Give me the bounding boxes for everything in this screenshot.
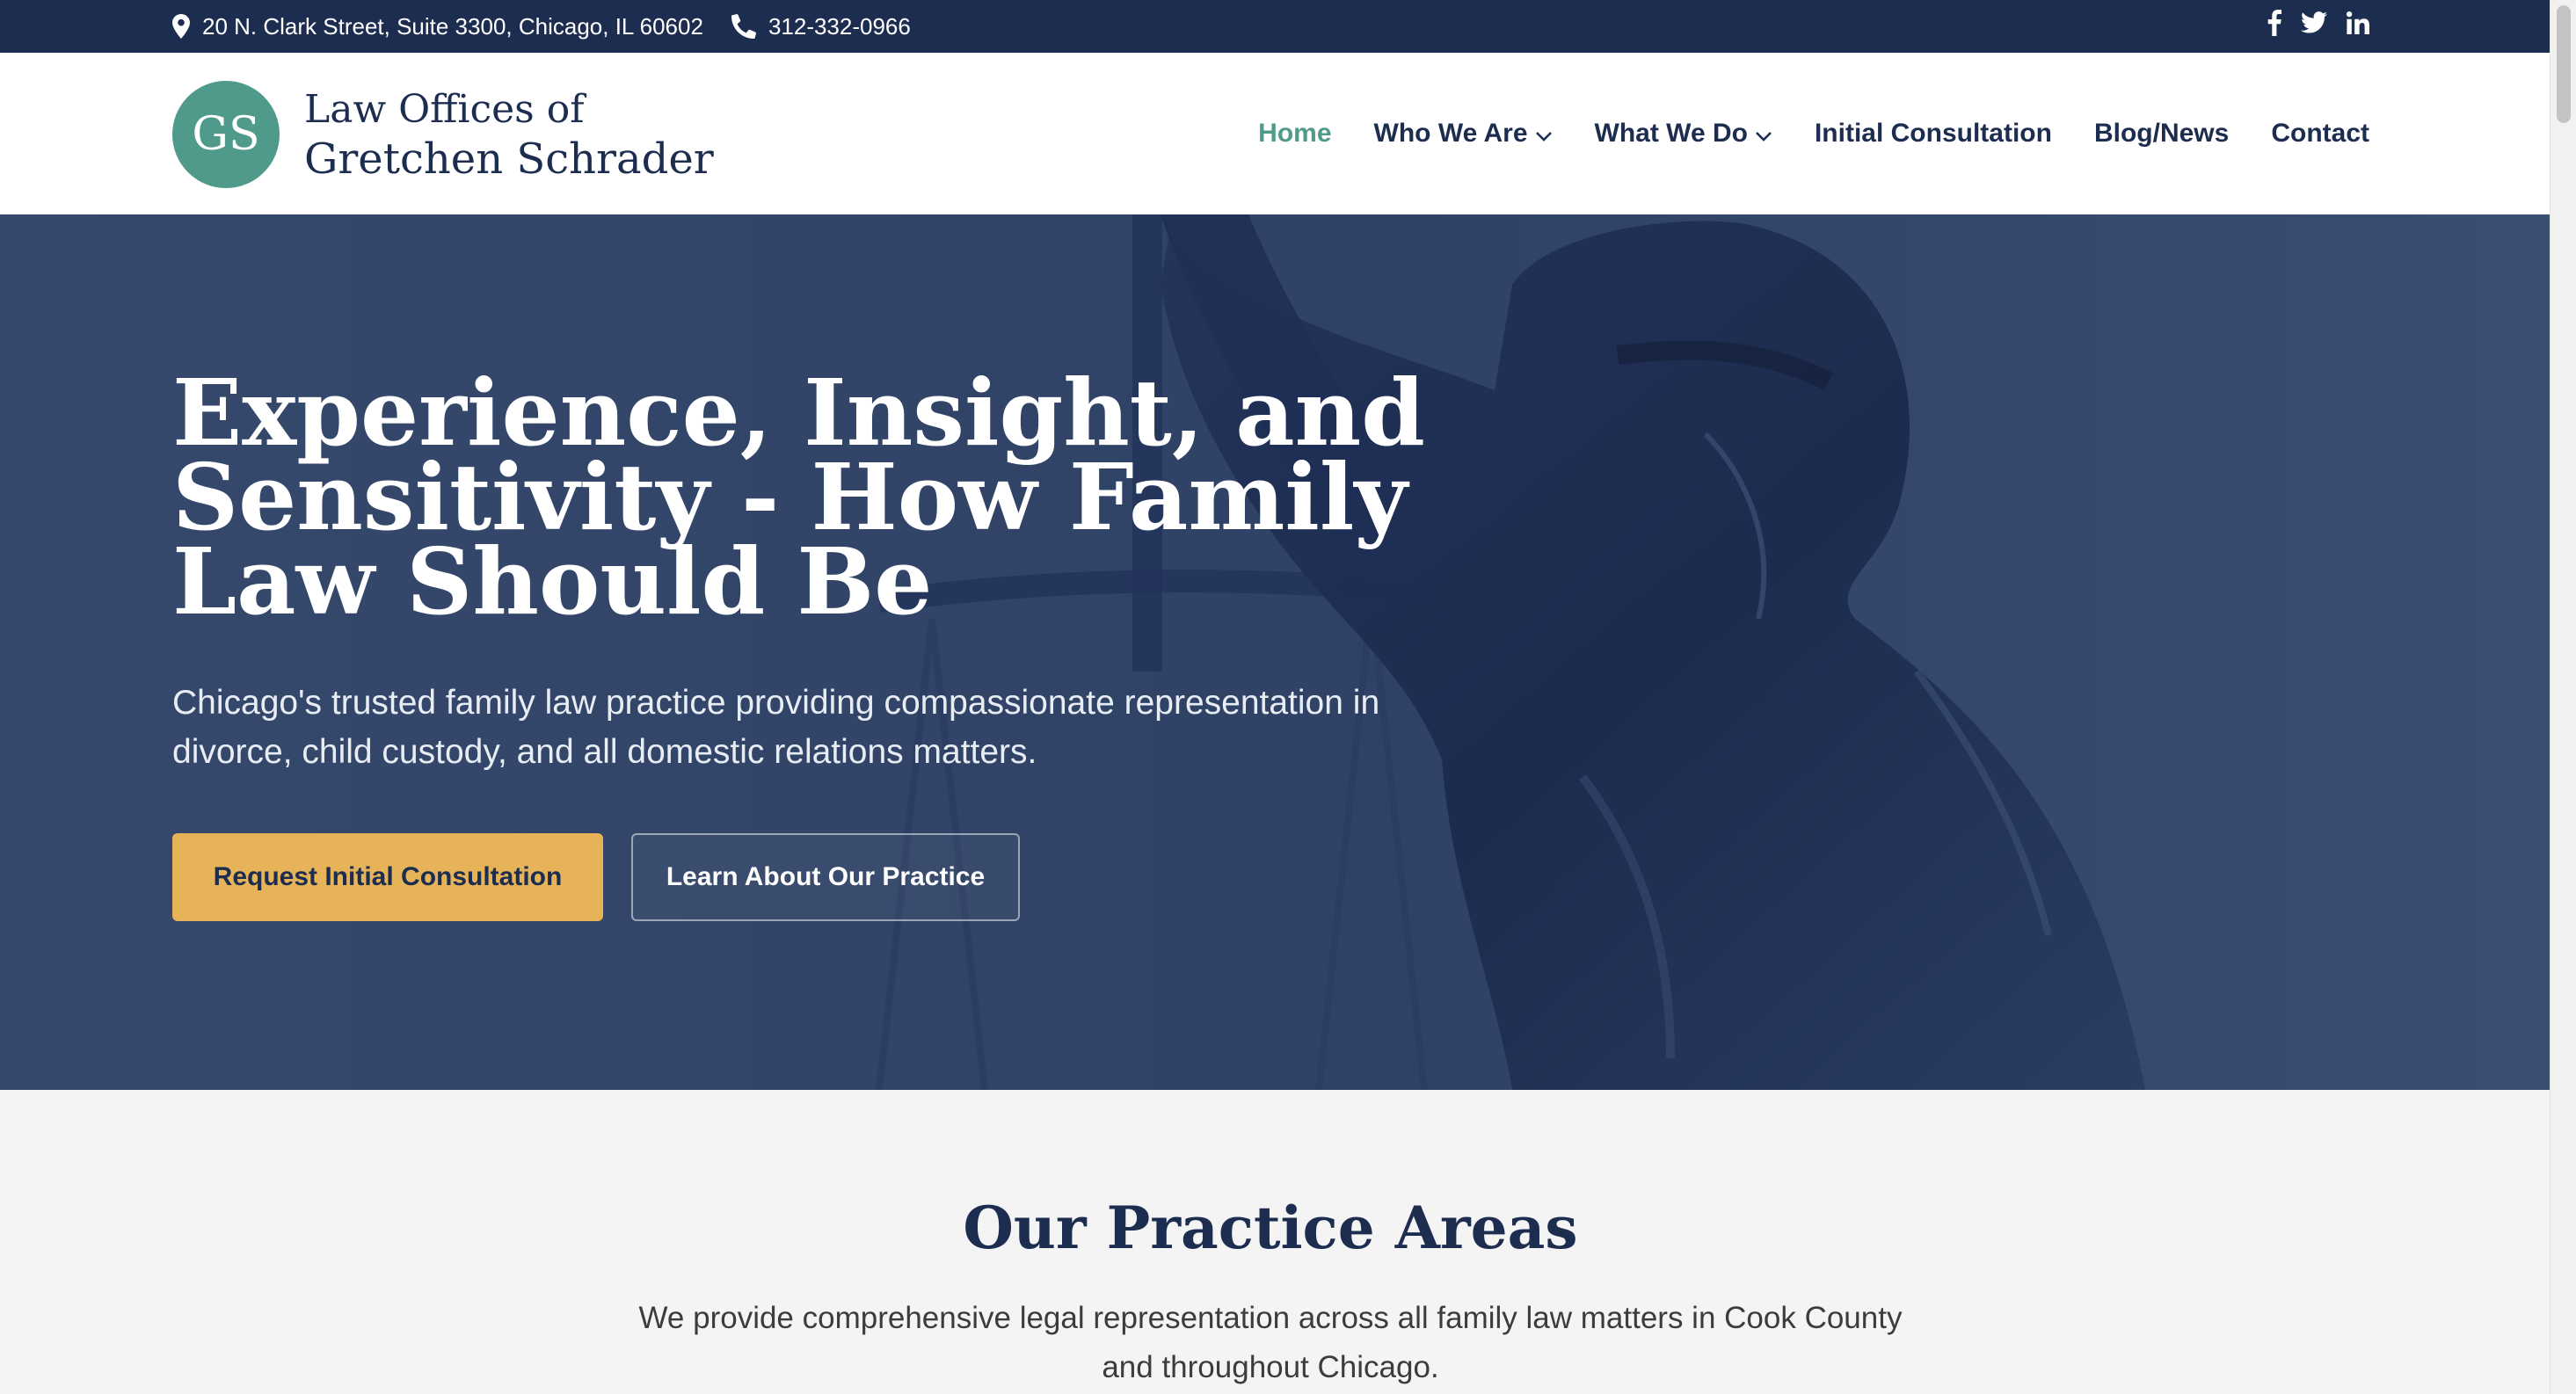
contact-info: 20 N. Clark Street, Suite 3300, Chicago,…	[172, 0, 927, 53]
nav-who-we-are-label[interactable]: Who We Are	[1374, 119, 1528, 149]
nav-contact-label[interactable]: Contact	[2271, 119, 2369, 149]
nav-blog-news-label[interactable]: Blog/News	[2094, 119, 2229, 149]
chevron-down-icon	[1755, 119, 1772, 149]
nav-blog-news[interactable]: Blog/News	[2094, 119, 2229, 149]
practice-areas-description: We provide comprehensive legal represent…	[638, 1301, 1903, 1384]
chevron-down-icon	[1535, 119, 1553, 149]
nav-what-we-do[interactable]: What We Do	[1595, 119, 1772, 149]
linkedin-icon[interactable]	[2346, 11, 2369, 41]
scrollbar-thumb[interactable]	[2557, 5, 2571, 123]
learn-about-practice-button[interactable]: Learn About Our Practice	[631, 833, 1020, 921]
logo-monogram: GS	[172, 81, 280, 188]
nav-home[interactable]: Home	[1258, 119, 1331, 149]
social-links	[2267, 0, 2369, 53]
phone-text[interactable]: 312-332-0966	[768, 13, 911, 40]
twitter-icon[interactable]	[2301, 11, 2327, 41]
site-header: GS Law Offices of Gretchen Schrader Home…	[0, 53, 2550, 214]
nav-contact[interactable]: Contact	[2271, 119, 2369, 149]
practice-areas-section: Our Practice Areas We provide comprehens…	[0, 1090, 2550, 1394]
site-logo[interactable]: GS Law Offices of Gretchen Schrader	[172, 81, 714, 188]
hero-heading: Experience, Insight, and Sensitivity - H…	[172, 359, 1425, 635]
logo-line-1: Law Offices of	[304, 87, 585, 132]
request-consultation-button[interactable]: Request Initial Consultation	[172, 833, 603, 921]
lady-justice-background-image	[0, 214, 2550, 1090]
practice-areas-heading: Our Practice Areas	[963, 1194, 1578, 1262]
phone-item[interactable]: 312-332-0966	[731, 13, 911, 40]
nav-who-we-are[interactable]: Who We Are	[1374, 119, 1553, 149]
logo-wordmark: Law Offices of Gretchen Schrader	[304, 85, 714, 184]
hero-section: Experience, Insight, and Sensitivity - H…	[0, 214, 2550, 1090]
map-pin-icon	[172, 14, 190, 39]
address-text: 20 N. Clark Street, Suite 3300, Chicago,…	[202, 12, 703, 40]
main-nav: Home Who We Are What We Do Initial Consu…	[1258, 53, 2369, 214]
phone-icon	[731, 14, 756, 39]
facebook-icon[interactable]	[2267, 10, 2281, 43]
page-scrollbar[interactable]	[2550, 0, 2576, 1394]
nav-initial-consultation-label[interactable]: Initial Consultation	[1815, 119, 2052, 149]
nav-home-label[interactable]: Home	[1258, 119, 1331, 149]
nav-initial-consultation[interactable]: Initial Consultation	[1815, 119, 2052, 149]
hero-subheading: Chicago's trusted family law practice pr…	[172, 684, 1380, 771]
nav-what-we-do-label[interactable]: What We Do	[1595, 119, 1748, 149]
logo-line-2: Gretchen Schrader	[304, 134, 714, 184]
address-item: 20 N. Clark Street, Suite 3300, Chicago,…	[172, 13, 703, 40]
top-contact-bar: 20 N. Clark Street, Suite 3300, Chicago,…	[0, 0, 2550, 53]
